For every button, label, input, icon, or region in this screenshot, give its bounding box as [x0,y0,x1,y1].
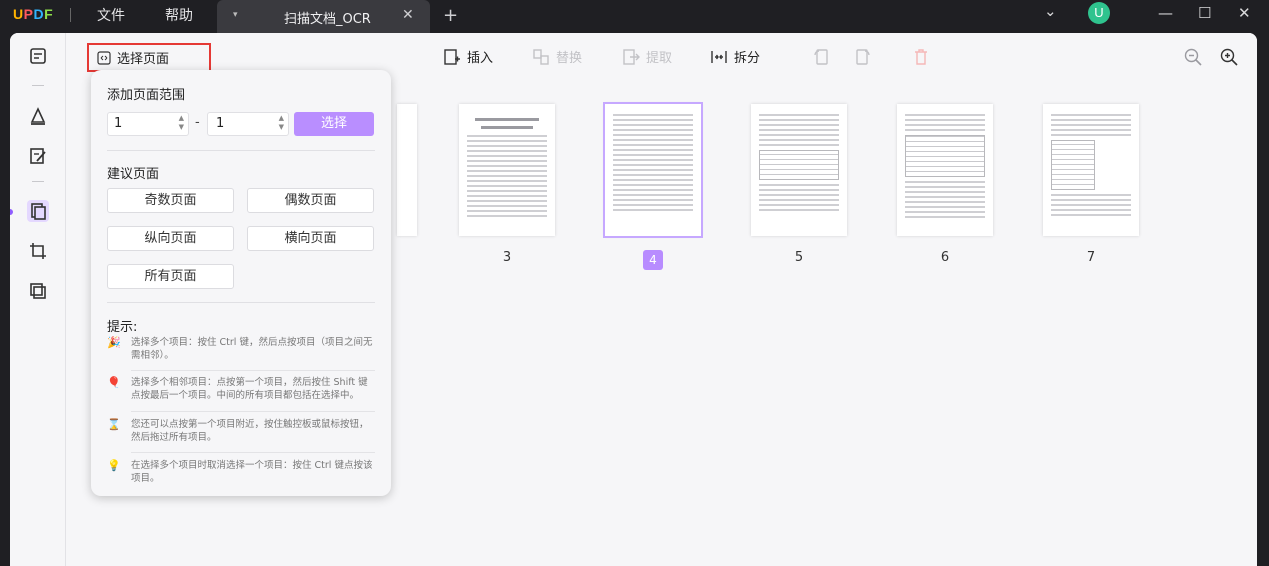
select-pages-label: 选择页面 [117,52,170,67]
page-number-badge: 4 [643,250,663,270]
page-thumbnail[interactable] [751,104,847,236]
all-pages-button[interactable]: 所有页面 [107,264,234,289]
crop-icon[interactable] [27,240,49,262]
split-label: 拆分 [734,51,761,66]
tip-divider [131,452,375,453]
chevron-down-icon[interactable]: ⌄ [1044,2,1057,20]
insert-icon [444,48,460,65]
extract-icon [623,48,640,65]
balloon-icon: 🎈 [107,376,121,389]
title-separator [70,8,71,22]
extract-label: 提取 [646,51,673,66]
menu-file[interactable]: 文件 [97,5,125,25]
page-number: 7 [1086,250,1096,265]
updf-logo: UPDF [13,6,54,22]
tip-divider [131,411,375,412]
tab-close-icon[interactable]: ✕ [402,7,414,23]
range-from-input[interactable]: 1 ▲ ▼ [107,112,189,136]
page-thumbnail[interactable] [1043,104,1139,236]
landscape-pages-button[interactable]: 横向页面 [247,226,374,251]
insert-button[interactable]: 插入 [443,47,493,66]
delete-icon[interactable] [911,47,931,67]
rotate-left-icon[interactable] [812,47,832,67]
panel-divider [107,150,375,151]
page-thumbnail[interactable] [897,104,993,236]
page-thumbnail[interactable] [459,104,555,236]
sidebar-divider [32,85,44,86]
replace-button[interactable]: 替换 [532,47,582,66]
tip-item: 💡 在选择多个项目时取消选择一个项目：按住 Ctrl 键点按该项目。 [107,459,375,489]
tip-item: 🎈 选择多个相邻项目：点按第一个项目，然后按住 Shift 键点按最后一个项目。… [107,376,375,420]
page-number-selected: 4 [605,250,701,270]
page-number: 5 [794,250,804,265]
range-from-value: 1 [114,116,123,131]
stepper-icon[interactable]: ▲ ▼ [279,114,284,132]
reader-icon[interactable] [27,45,49,67]
range-dash: - [195,115,200,130]
active-indicator [10,209,13,215]
left-sidebar [10,33,66,566]
portrait-pages-button[interactable]: 纵向页面 [107,226,234,251]
stepper-icon[interactable]: ▲ ▼ [179,114,184,132]
avatar[interactable]: U [1088,2,1110,24]
zoom-in-icon[interactable] [1219,47,1239,67]
workspace: 选择页面 插入 替换 提取 拆分 3 4 5 6 7 添加页面范围 1 ▲ ▼ … [10,33,1257,566]
even-pages-button[interactable]: 偶数页面 [247,188,374,213]
maximize-button[interactable]: ☐ [1198,4,1211,22]
zoom-out-icon[interactable] [1183,47,1203,67]
document-tab[interactable]: ▾ 扫描文档_OCR ✕ [217,0,430,33]
split-button[interactable]: 拆分 [710,47,760,66]
title-bar: UPDF 文件 帮助 ▾ 扫描文档_OCR ✕ + ⌄ U — ☐ ✕ [0,0,1269,33]
lightbulb-icon: 💡 [107,459,121,472]
tab-title: 扫描文档_OCR [284,12,371,27]
hourglass-icon: ⌛ [107,418,121,431]
tab-dropdown-icon[interactable]: ▾ [233,10,238,20]
layers-icon[interactable] [27,280,49,302]
select-pages-panel: 添加页面范围 1 ▲ ▼ - 1 ▲ ▼ 选择 建议页面 奇数页面 偶数页面 纵向页面 … [91,70,391,496]
insert-label: 插入 [467,51,494,66]
party-popper-icon: 🎉 [107,336,121,349]
suggest-title: 建议页面 [107,167,160,182]
comment-icon[interactable] [27,105,49,127]
organize-pages-icon[interactable] [27,200,49,222]
extract-button[interactable]: 提取 [622,47,672,66]
page-number: 6 [940,250,950,265]
page-thumbnail-partial[interactable] [397,104,417,236]
tips-title: 提示: [107,320,138,335]
replace-icon [533,48,549,65]
new-tab-icon[interactable]: + [443,5,458,26]
close-button[interactable]: ✕ [1238,4,1251,22]
edit-icon[interactable] [27,145,49,167]
tip-text: 在选择多个项目时取消选择一个项目：按住 Ctrl 键点按该项目。 [131,460,373,484]
tip-divider [131,370,375,371]
tip-item: ⌛ 您还可以点按第一个项目附近，按住触控板或鼠标按钮，然后拖过所有项目。 [107,418,375,448]
panel-divider [107,302,375,303]
minimize-button[interactable]: — [1158,4,1173,22]
rotate-right-icon[interactable] [852,47,872,67]
range-to-value: 1 [216,116,225,131]
tip-text: 您还可以点按第一个项目附近，按住触控板或鼠标按钮，然后拖过所有项目。 [131,419,369,443]
add-range-title: 添加页面范围 [107,88,186,103]
odd-pages-button[interactable]: 奇数页面 [107,188,234,213]
tip-text: 选择多个项目：按住 Ctrl 键，然后点按项目（项目之间无需相邻）。 [131,337,373,361]
select-pages-button[interactable]: 选择页面 [87,43,211,72]
replace-label: 替换 [556,51,583,66]
tip-item: 🎉 选择多个项目：按住 Ctrl 键，然后点按项目（项目之间无需相邻）。 [107,336,375,366]
sidebar-divider [32,181,44,182]
tip-text: 选择多个相邻项目：点按第一个项目，然后按住 Shift 键点按最后一个项目。中间… [131,377,368,401]
page-number: 3 [502,250,512,265]
choose-button[interactable]: 选择 [294,112,374,136]
split-icon [711,50,727,63]
page-thumbnail-selected[interactable] [603,102,703,238]
select-pages-icon [97,50,111,65]
menu-help[interactable]: 帮助 [165,5,193,25]
range-to-input[interactable]: 1 ▲ ▼ [207,112,289,136]
